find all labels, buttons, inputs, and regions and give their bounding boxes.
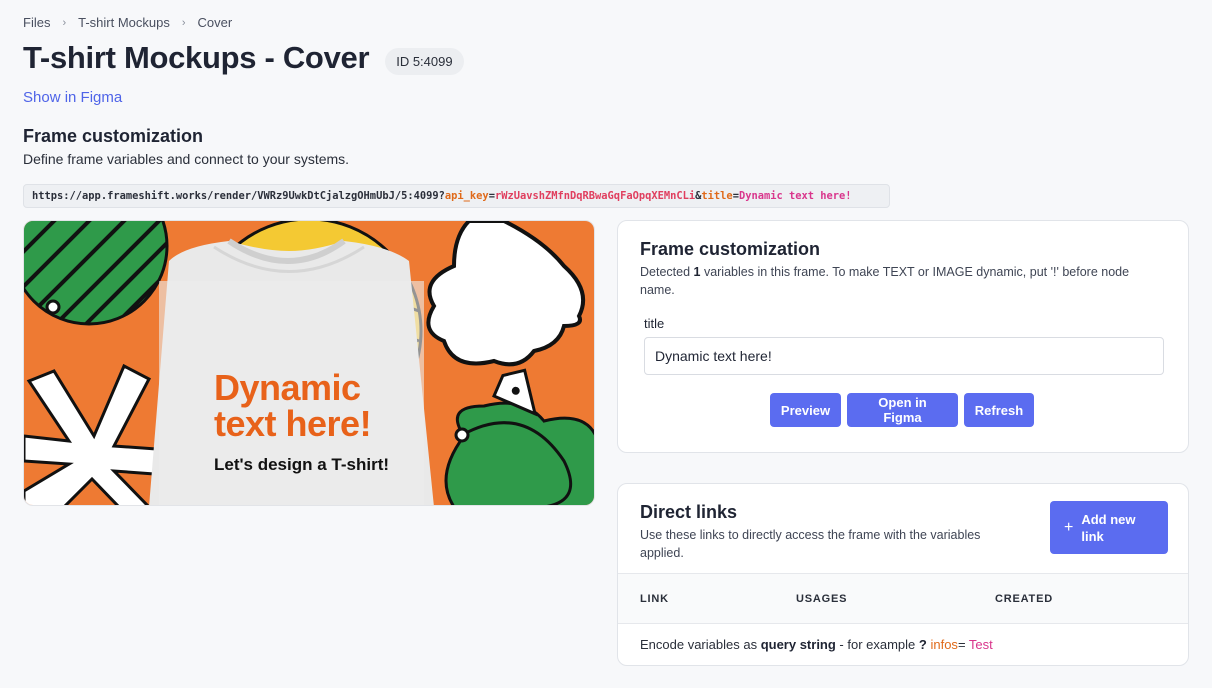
url-param-key: title bbox=[701, 190, 733, 202]
frame-preview: Dynamic text here! Let's design a T-shir… bbox=[23, 220, 595, 506]
links-table-header: LINK USAGES CREATED bbox=[618, 573, 1188, 623]
section-title: Frame customization bbox=[23, 126, 204, 146]
section-subtitle: Define frame variables and connect to yo… bbox=[23, 151, 350, 167]
add-new-link-button[interactable]: + Add new link bbox=[1050, 501, 1168, 554]
card-description: Detected 1 variables in this frame. To m… bbox=[640, 263, 1160, 299]
column-link: LINK bbox=[640, 593, 669, 605]
open-in-figma-button[interactable]: Open in Figma bbox=[847, 393, 958, 427]
url-base: https://app.frameshift.works/render/VWRz… bbox=[32, 190, 445, 202]
note-bold: query string bbox=[760, 637, 836, 652]
title-field-label: title bbox=[644, 316, 665, 331]
url-param-value: rWzUavshZMfnDqRBwaGqFaOpqXEMnCLi bbox=[494, 190, 696, 202]
preview-tagline: Let's design a T-shirt! bbox=[214, 455, 390, 474]
direct-links-card: Direct links Use these links to directly… bbox=[617, 483, 1189, 666]
column-usages: USAGES bbox=[796, 593, 848, 605]
breadcrumb-tshirt-mockups[interactable]: T-shirt Mockups bbox=[78, 15, 170, 30]
plus-icon: + bbox=[1064, 519, 1074, 536]
frame-customization-card: Frame customization Detected 1 variables… bbox=[617, 220, 1189, 453]
action-buttons: Preview Open in Figma Refresh bbox=[770, 393, 1034, 427]
card-title: Direct links bbox=[640, 502, 738, 522]
chevron-right-icon: › bbox=[62, 16, 67, 29]
title-input[interactable] bbox=[644, 337, 1164, 375]
note-mid: - for example bbox=[835, 637, 919, 652]
add-new-link-label: Add new link bbox=[1081, 511, 1136, 544]
desc-suffix: variables in this frame. To make TEXT or… bbox=[640, 265, 1130, 297]
id-badge: ID 5:4099 bbox=[385, 47, 464, 75]
url-param-value: Dynamic text here! bbox=[738, 190, 852, 202]
breadcrumb-cover: Cover bbox=[197, 15, 233, 30]
render-url[interactable]: https://app.frameshift.works/render/VWRz… bbox=[23, 184, 890, 208]
page-title: T-shirt Mockups - Cover bbox=[23, 40, 370, 75]
note-prefix: Encode variables as bbox=[640, 637, 761, 652]
show-in-figma-link[interactable]: Show in Figma bbox=[23, 89, 122, 106]
breadcrumb: Files › T-shirt Mockups › Cover bbox=[23, 15, 232, 30]
column-created: CREATED bbox=[995, 593, 1053, 605]
note-key: infos bbox=[926, 637, 958, 652]
url-param-key: api_key bbox=[444, 190, 489, 202]
title-row: T-shirt Mockups - Cover ID 5:4099 bbox=[23, 40, 464, 76]
desc-prefix: Detected bbox=[640, 265, 694, 279]
preview-headline-line2: text here! bbox=[214, 403, 372, 444]
refresh-button[interactable]: Refresh bbox=[964, 393, 1034, 427]
preview-headline: Dynamic text here! bbox=[214, 367, 372, 444]
note-value: Test bbox=[965, 637, 993, 652]
card-description: Use these links to directly access the f… bbox=[640, 528, 981, 560]
preview-button[interactable]: Preview bbox=[770, 393, 841, 427]
preview-headline-line1: Dynamic bbox=[214, 367, 361, 408]
note-question-mark: ? bbox=[918, 637, 927, 652]
note-equals: = bbox=[957, 637, 966, 652]
breadcrumb-files[interactable]: Files bbox=[23, 15, 50, 30]
card-title: Frame customization bbox=[640, 239, 821, 259]
chevron-right-icon: › bbox=[181, 16, 186, 29]
links-empty-note: Encode variables as query string - for e… bbox=[618, 623, 1188, 665]
